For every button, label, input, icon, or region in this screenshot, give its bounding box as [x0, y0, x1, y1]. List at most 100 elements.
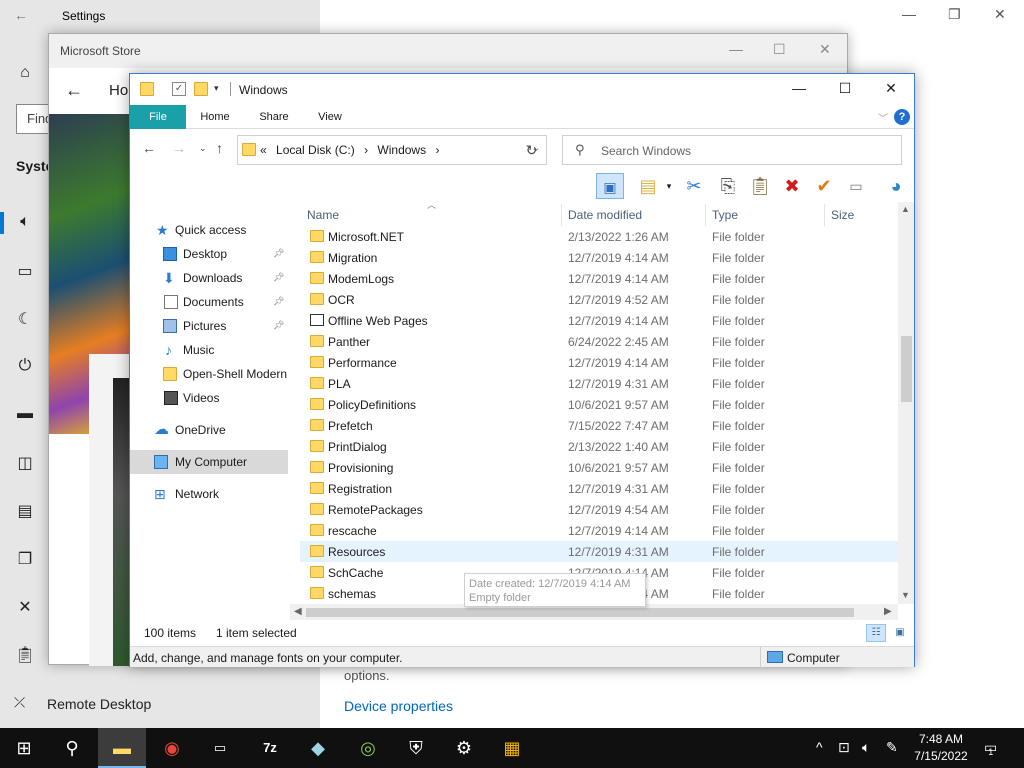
sound-icon[interactable]: 🔈︎	[14, 213, 36, 235]
nav-documents[interactable]: Documents 📌︎	[130, 290, 288, 314]
pin-icon[interactable]: 📌︎	[273, 320, 284, 331]
table-row[interactable]: Prefetch 7/15/2022 7:47 AM File folder	[300, 415, 898, 436]
maximize-button[interactable]: ❐	[948, 6, 961, 23]
table-row[interactable]: PolicyDefinitions 10/6/2021 9:57 AM File f…	[300, 394, 898, 415]
tab-file[interactable]: File	[130, 105, 186, 129]
chrome-icon[interactable]: ◉	[148, 728, 196, 768]
column-header-name[interactable]: Name	[307, 208, 339, 222]
scroll-up-icon[interactable]: ▲	[901, 204, 910, 214]
table-row[interactable]: RemotePackages 12/7/2019 4:54 AM File fold…	[300, 499, 898, 520]
nav-quick-access[interactable]: ★ Quick access	[130, 218, 288, 242]
copy-icon[interactable]: ⎘	[714, 173, 742, 199]
notification-icon[interactable]: ▭1	[984, 739, 1002, 757]
windows-start-icon[interactable]: ⊞	[0, 728, 48, 768]
nav-desktop[interactable]: Desktop 📌︎	[130, 242, 288, 266]
breadcrumb-overflow[interactable]: «	[260, 143, 267, 157]
table-row[interactable]: PrintDialog 2/13/2022 1:40 AM File folder	[300, 436, 898, 457]
back-arrow-icon[interactable]: ←	[14, 7, 28, 23]
chevron-up-icon[interactable]: ^	[816, 739, 823, 755]
maximize-button[interactable]: ☐	[822, 74, 868, 104]
column-header-date[interactable]: Date modified	[568, 208, 642, 222]
paste-icon[interactable]: 📋︎	[746, 173, 774, 199]
ribbon-collapse-icon[interactable]: ﹀	[878, 110, 888, 125]
search-icon[interactable]: ⚲	[48, 728, 96, 768]
table-row[interactable]: ModemLogs 12/7/2019 4:14 AM File folder	[300, 268, 898, 289]
store-nav-home[interactable]: Ho	[109, 82, 128, 99]
help-icon[interactable]: ?	[894, 109, 910, 125]
multitasking-icon[interactable]: ❐	[14, 549, 36, 571]
file-explorer-icon[interactable]: ▬	[98, 728, 146, 768]
scroll-down-icon[interactable]: ▼	[901, 590, 910, 600]
pin-icon[interactable]: 📌︎	[273, 296, 284, 307]
clipboard-icon[interactable]: 📋︎	[14, 645, 36, 667]
table-row[interactable]: rescache 12/7/2019 4:14 AM File folder	[300, 520, 898, 541]
details-view-icon[interactable]: ☷	[866, 624, 886, 642]
pin-icon[interactable]: 📌︎	[273, 272, 284, 283]
preview-pane-icon[interactable]: ▣	[596, 173, 624, 199]
store-back-arrow-icon[interactable]: ←	[65, 80, 83, 101]
nav-videos[interactable]: Videos	[130, 386, 288, 410]
store-close-button[interactable]: ✕	[819, 41, 831, 58]
scroll-left-icon[interactable]: ◀	[294, 606, 302, 617]
back-arrow-icon[interactable]: ←	[142, 140, 156, 156]
nav-music[interactable]: ♪ Music	[130, 338, 288, 362]
disk-tool-icon[interactable]: ◎	[344, 728, 392, 768]
delete-icon[interactable]: ✖	[778, 173, 806, 199]
new-folder-icon[interactable]	[194, 82, 208, 96]
minimize-button[interactable]: —	[776, 74, 822, 104]
properties-icon[interactable]: ✓	[172, 82, 186, 96]
nav-onedrive[interactable]: ☁ OneDrive	[130, 418, 288, 442]
terminal-icon[interactable]: ▭	[196, 728, 244, 768]
nav-my-computer[interactable]: My Computer	[130, 450, 288, 474]
properties-check-icon[interactable]: ✔	[810, 173, 838, 199]
table-row[interactable]: Registration 12/7/2019 4:31 AM File folder	[300, 478, 898, 499]
column-divider[interactable]	[561, 204, 562, 226]
pin-icon[interactable]: 📌︎	[273, 248, 284, 259]
network-status-icon[interactable]: ⊡	[838, 739, 850, 756]
up-arrow-icon[interactable]: ↑	[216, 140, 223, 156]
tablet-icon[interactable]: ▤	[14, 501, 36, 523]
refresh-button[interactable]: ↻	[517, 135, 547, 165]
table-row[interactable]: Panther 6/24/2022 2:45 AM File folder	[300, 331, 898, 352]
scrollbar-thumb[interactable]	[901, 336, 912, 402]
dropdown-arrow-icon[interactable]: ▾	[662, 173, 676, 199]
settings-gear-icon[interactable]: ⚙	[440, 728, 488, 768]
close-button[interactable]: ✕	[994, 6, 1006, 23]
scrollbar-thumb[interactable]	[306, 608, 854, 617]
nav-pictures[interactable]: Pictures 📌︎	[130, 314, 288, 338]
globe-icon[interactable]: ◕	[882, 173, 910, 199]
breadcrumb-local-disk[interactable]: Local Disk (C:)	[276, 143, 355, 157]
column-header-type[interactable]: Type	[712, 208, 738, 222]
search-input[interactable]: ⚲ Search Windows	[562, 135, 902, 165]
qat-dropdown-icon[interactable]: ▾	[214, 83, 219, 94]
volume-icon[interactable]: 🔈︎	[862, 739, 870, 756]
focus-assist-icon[interactable]: ☾	[14, 309, 36, 331]
table-row[interactable]: Microsoft.NET 2/13/2022 1:26 AM File folde…	[300, 226, 898, 247]
power-icon[interactable]: ⏻	[14, 357, 36, 379]
nav-network[interactable]: ⊞ Network	[130, 482, 288, 506]
minimize-button[interactable]: —	[902, 6, 916, 22]
home-icon[interactable]: ⌂	[14, 64, 36, 86]
projecting-icon[interactable]: ✕	[14, 597, 36, 619]
vertical-scrollbar[interactable]: ▲ ▼	[898, 202, 914, 604]
nav-downloads[interactable]: ⬇ Downloads 📌︎	[130, 266, 288, 290]
large-icons-view-icon[interactable]: ▣	[890, 624, 910, 642]
battery-icon[interactable]: ▬	[14, 405, 36, 427]
tab-view[interactable]: View	[306, 105, 354, 129]
store-maximize-button[interactable]: ☐	[773, 41, 786, 58]
table-row[interactable]: PLA 12/7/2019 4:31 AM File folder	[300, 373, 898, 394]
address-bar[interactable]: « Local Disk (C:) › Windows › ⌄	[237, 135, 547, 165]
column-divider[interactable]	[824, 204, 825, 226]
table-row[interactable]: Migration 12/7/2019 4:14 AM File folder	[300, 247, 898, 268]
rename-icon[interactable]: ▭	[842, 173, 870, 199]
notifications-icon[interactable]: ▭	[14, 261, 36, 283]
sevenzip-icon[interactable]: 7z	[246, 728, 294, 768]
forward-arrow-icon[interactable]: →	[172, 140, 186, 156]
store-bag-icon[interactable]: ▦	[488, 728, 536, 768]
table-row[interactable]: Performance 12/7/2019 4:14 AM File folder	[300, 352, 898, 373]
breadcrumb-separator[interactable]: ›	[435, 143, 439, 157]
tab-share[interactable]: Share	[250, 105, 298, 129]
recent-locations-icon[interactable]: ⌄	[199, 143, 207, 154]
store-minimize-button[interactable]: —	[729, 41, 743, 57]
security-shield-icon[interactable]: ⛨	[392, 728, 440, 768]
